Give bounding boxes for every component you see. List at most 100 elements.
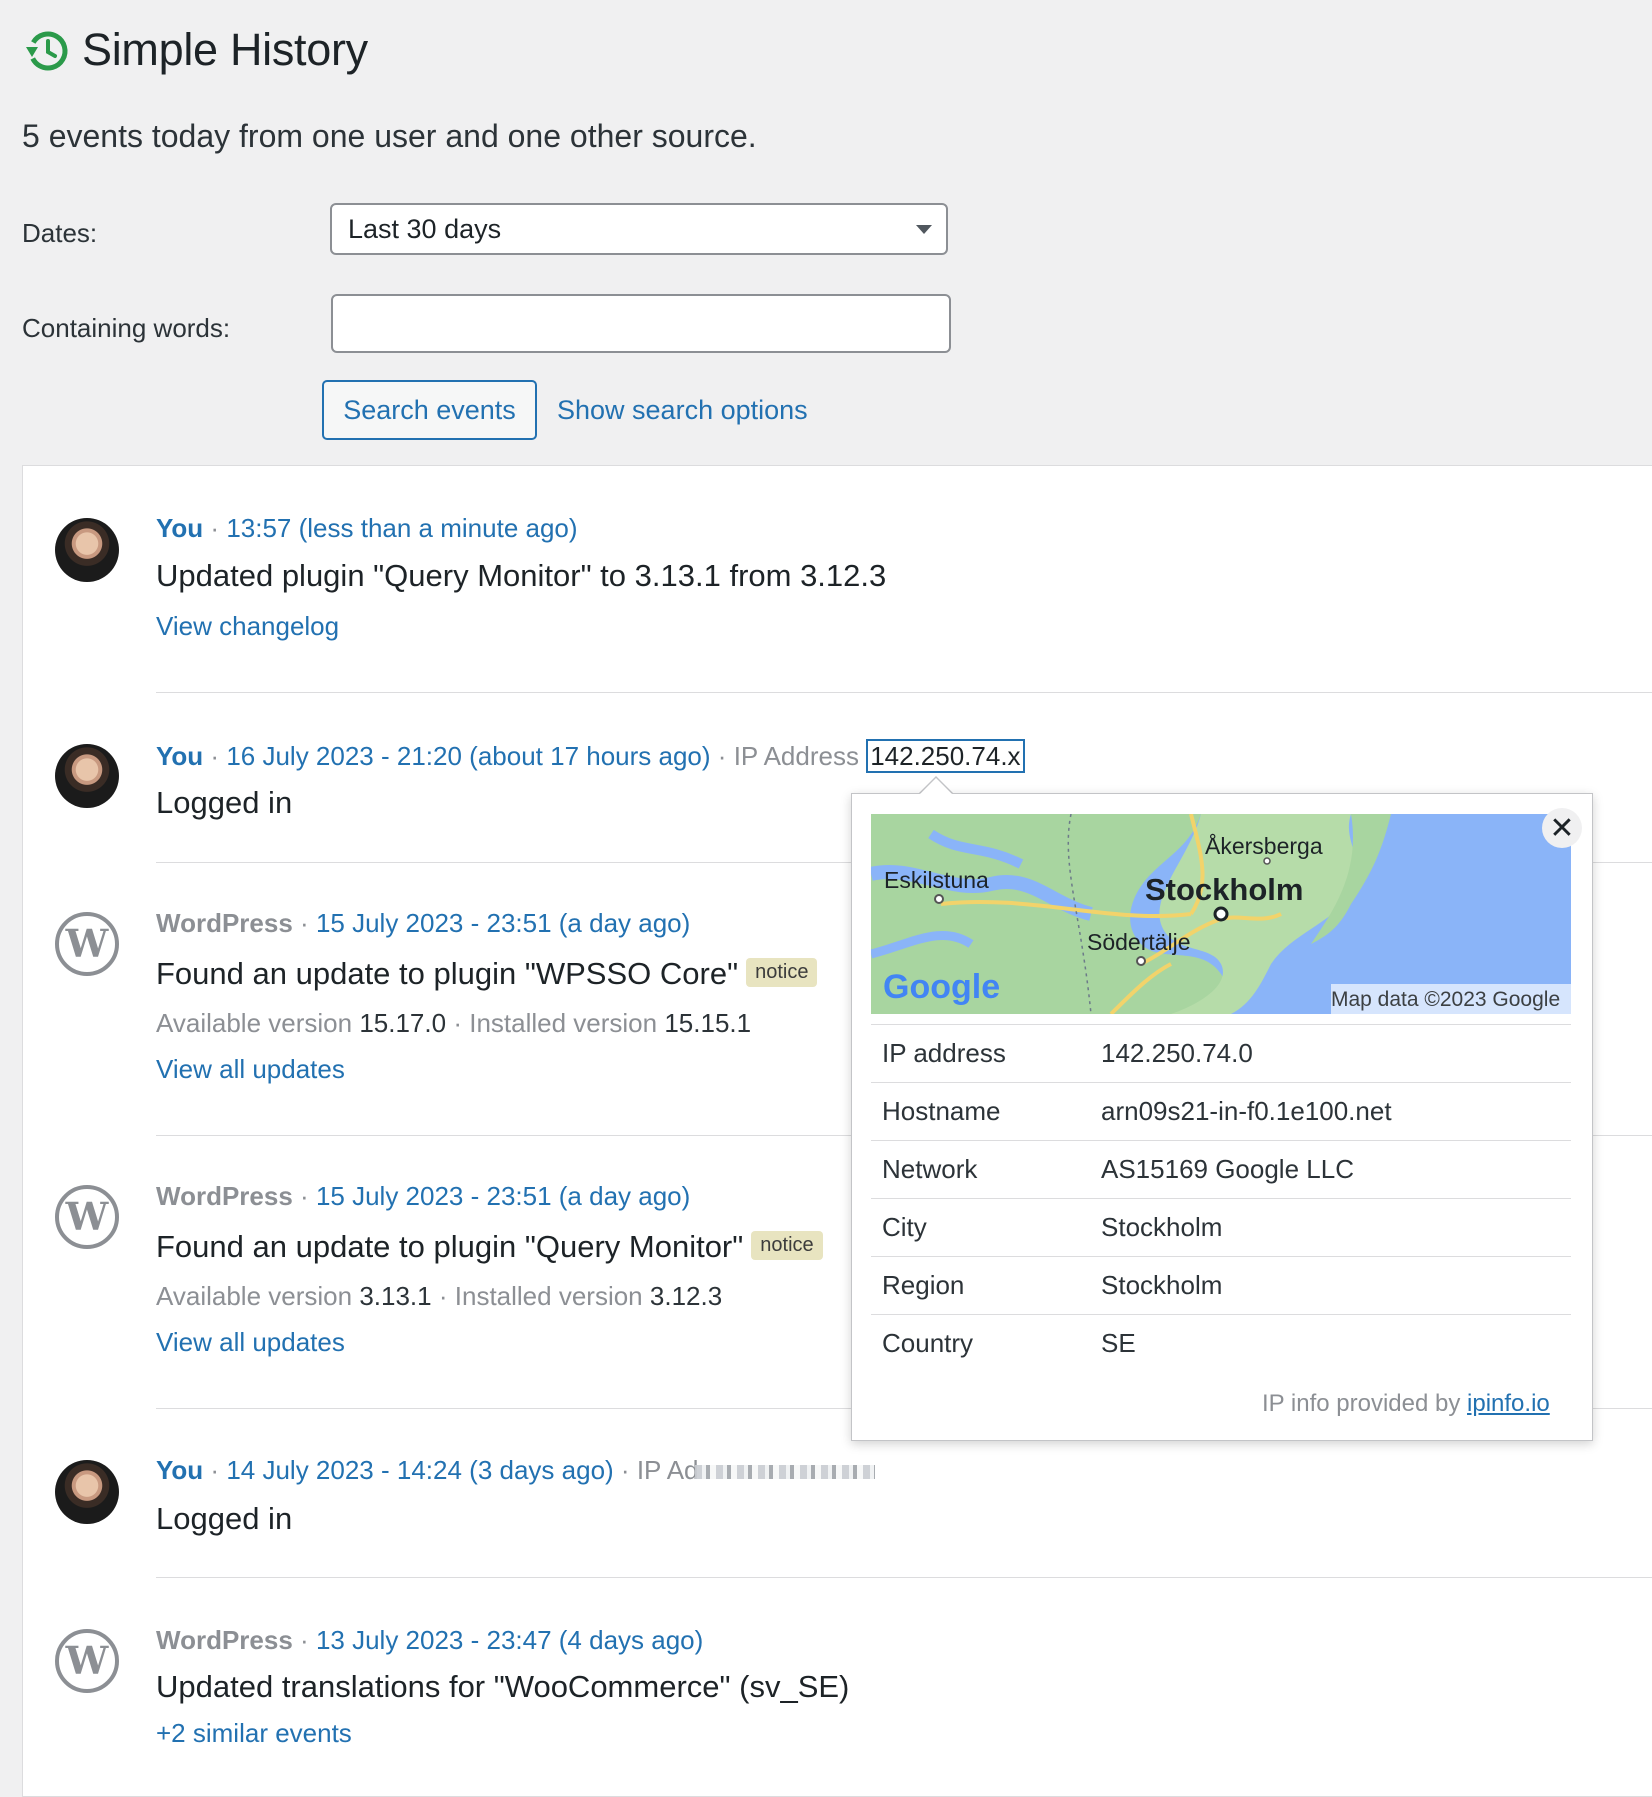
table-row: Region Stockholm	[871, 1256, 1571, 1315]
meta-separator: ·	[717, 741, 727, 771]
table-row: Network AS15169 Google LLC	[871, 1140, 1571, 1199]
map-label-eskilstuna: Eskilstuna	[884, 867, 989, 893]
table-row: IP address 142.250.74.0	[871, 1024, 1571, 1083]
meta-separator: ·	[438, 1281, 448, 1311]
wordpress-logo-icon: W	[55, 912, 119, 976]
available-version-label: Available version	[156, 1008, 353, 1038]
redacted-ip-address	[694, 1465, 875, 1480]
ip-info-footer-text: IP info provided by	[1262, 1390, 1461, 1417]
event-time[interactable]: 15 July 2023 - 23:51 (a day ago)	[316, 1181, 690, 1211]
event-divider	[156, 1577, 1652, 1578]
ip-info-value: Stockholm	[1090, 1198, 1571, 1257]
notice-badge: notice	[751, 1231, 823, 1261]
dates-select-value: Last 30 days	[348, 214, 502, 244]
meta-separator: ·	[210, 513, 220, 543]
event-initiator: WordPress	[156, 908, 293, 938]
close-popover-button[interactable]: ✕	[1542, 808, 1582, 848]
event-message: Updated plugin "Query Monitor" to 3.13.1…	[156, 558, 887, 593]
ip-info-table: IP address 142.250.74.0 Hostname arn09s2…	[871, 1024, 1571, 1372]
meta-separator: ·	[300, 1625, 309, 1655]
map-attribution: Map data ©2023 Google	[1331, 988, 1561, 1011]
ip-address-label: IP Ad	[636, 1455, 699, 1485]
wordpress-logo-icon: W	[55, 1629, 119, 1693]
installed-version-label: Installed version	[469, 1008, 658, 1038]
table-row: City Stockholm	[871, 1198, 1571, 1257]
event-time[interactable]: 16 July 2023 - 21:20 (about 17 hours ago…	[226, 741, 710, 771]
installed-version: 3.12.3	[649, 1281, 723, 1311]
event-message: Found an update to plugin "Query Monitor…	[156, 1229, 823, 1265]
view-all-updates-link[interactable]: View all updates	[156, 1327, 345, 1358]
event-details: Available version 15.17.0 · Installed ve…	[156, 1008, 751, 1039]
event-details: Available version 3.13.1 · Installed ver…	[156, 1281, 722, 1312]
google-logo: Google	[883, 968, 1001, 1006]
event-initiator[interactable]: You	[156, 741, 203, 771]
event-meta: WordPress · 15 July 2023 - 23:51 (a day …	[156, 1181, 690, 1212]
event-divider	[156, 692, 1652, 693]
ip-info-key: City	[871, 1198, 1090, 1257]
event-time[interactable]: 15 July 2023 - 23:51 (a day ago)	[316, 908, 690, 938]
ip-info-key: Region	[871, 1256, 1090, 1315]
page-title: Simple History	[82, 24, 368, 75]
event-time[interactable]: 13:57 (less than a minute ago)	[226, 513, 577, 543]
event-message-text: Found an update to plugin "WPSSO Core"	[156, 956, 739, 991]
event-initiator: WordPress	[156, 1625, 293, 1655]
ipinfo-link[interactable]: ipinfo.io	[1467, 1390, 1550, 1417]
show-search-options-link[interactable]: Show search options	[557, 395, 808, 426]
history-icon	[26, 31, 68, 71]
close-icon: ✕	[1549, 811, 1575, 845]
event-meta: You · 14 July 2023 - 14:24 (3 days ago) …	[156, 1455, 875, 1486]
ip-address-label: IP Address	[733, 741, 859, 771]
meta-separator: ·	[620, 1455, 630, 1485]
containing-words-label: Containing words:	[22, 313, 231, 343]
popover-arrow-inner	[920, 778, 952, 794]
ip-info-value: SE	[1090, 1314, 1571, 1372]
event-initiator[interactable]: You	[156, 1455, 203, 1485]
chevron-down-icon	[916, 225, 932, 234]
ip-info-key: Hostname	[871, 1082, 1090, 1141]
search-events-button[interactable]: Search events	[322, 380, 537, 440]
event-meta: You · 13:57 (less than a minute ago)	[156, 513, 578, 544]
events-summary: 5 events today from one user and one oth…	[22, 118, 757, 154]
ip-info-value: 142.250.74.0	[1090, 1024, 1571, 1083]
ip-info-value: Stockholm	[1090, 1256, 1571, 1315]
available-version: 15.17.0	[359, 1008, 447, 1038]
available-version: 3.13.1	[359, 1281, 432, 1311]
meta-separator: ·	[453, 1008, 462, 1038]
event-message-text: Found an update to plugin "Query Monitor…	[156, 1229, 744, 1264]
event-meta: WordPress · 15 July 2023 - 23:51 (a day …	[156, 908, 690, 939]
event-message: Found an update to plugin "WPSSO Core" no…	[156, 956, 818, 992]
ip-info-value: AS15169 Google LLC	[1090, 1140, 1571, 1199]
ip-info-key: Country	[871, 1314, 1090, 1372]
similar-events-link[interactable]: +2 similar events	[156, 1718, 352, 1749]
avatar	[55, 518, 119, 582]
event-time[interactable]: 13 July 2023 - 23:47 (4 days ago)	[316, 1625, 703, 1655]
meta-separator: ·	[300, 1181, 309, 1211]
ip-address-link[interactable]: 142.250.74.x	[866, 739, 1025, 773]
dates-label: Dates:	[22, 218, 98, 248]
meta-separator: ·	[210, 1455, 220, 1485]
page-header: Simple History	[24, 24, 368, 76]
table-row: Country SE	[871, 1314, 1571, 1372]
event-initiator[interactable]: You	[156, 513, 203, 543]
map-label-sodertalje: Södertälje	[1087, 929, 1191, 955]
event-message: Updated translations for "WooCommerce" (…	[156, 1669, 850, 1704]
event-time[interactable]: 14 July 2023 - 14:24 (3 days ago)	[226, 1455, 613, 1485]
event-message: Logged in	[156, 1501, 293, 1536]
event-meta: You · 16 July 2023 - 21:20 (about 17 hou…	[156, 739, 1025, 773]
view-changelog-link[interactable]: View changelog	[156, 611, 339, 642]
ip-info-footer: IP info provided by ipinfo.io	[1262, 1390, 1550, 1418]
avatar	[55, 744, 119, 808]
event-meta: WordPress · 13 July 2023 - 23:47 (4 days…	[156, 1625, 703, 1656]
avatar	[55, 1460, 119, 1524]
dates-select[interactable]: Last 30 days	[330, 203, 948, 255]
view-all-updates-link[interactable]: View all updates	[156, 1054, 345, 1085]
available-version-label: Available version	[156, 1281, 353, 1311]
wordpress-logo-icon: W	[55, 1185, 119, 1249]
containing-words-input[interactable]	[331, 294, 951, 353]
map-label-stockholm: Stockholm	[1145, 872, 1304, 907]
map-label-akersberga: Åkersberga	[1205, 833, 1323, 859]
ip-info-key: IP address	[871, 1024, 1090, 1083]
installed-version-label: Installed version	[454, 1281, 643, 1311]
ip-info-key: Network	[871, 1140, 1090, 1199]
ip-info-value: arn09s21-in-f0.1e100.net	[1090, 1082, 1571, 1141]
